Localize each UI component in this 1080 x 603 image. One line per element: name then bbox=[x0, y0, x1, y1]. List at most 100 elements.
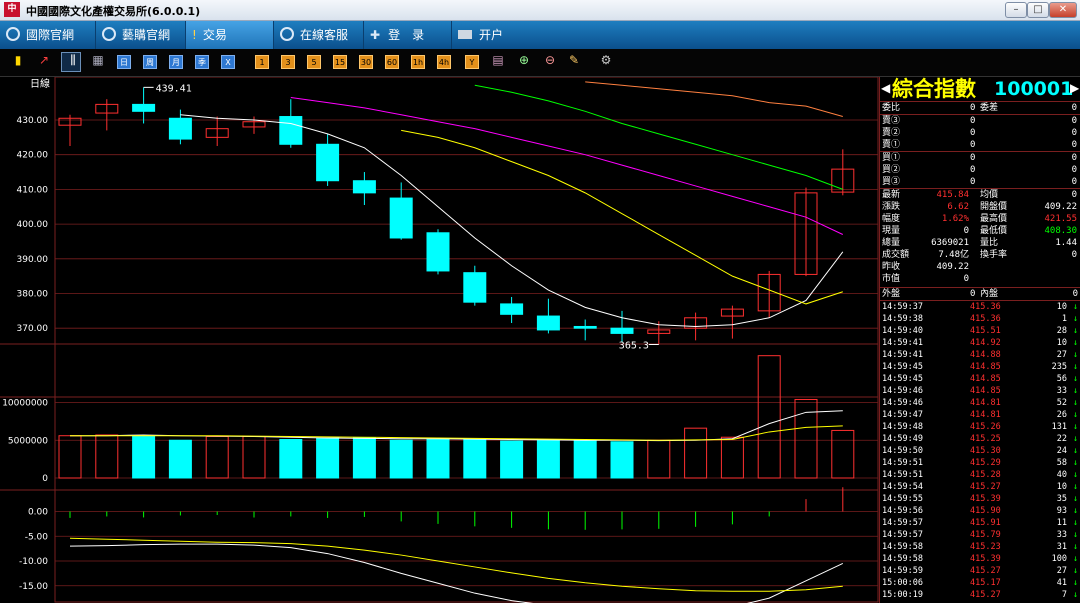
menu-item-trade[interactable]: ! 交易 bbox=[186, 21, 274, 49]
interval-5-button[interactable]: 5 bbox=[307, 55, 321, 69]
tick-cell: 56 bbox=[1056, 374, 1067, 384]
down-arrow-icon: ↓ bbox=[1072, 374, 1078, 384]
down-arrow-icon: ↓ bbox=[1072, 482, 1078, 492]
calendar-icon[interactable]: ▦ bbox=[90, 53, 106, 67]
tick-cell: 414.81 bbox=[970, 410, 1001, 420]
down-arrow-icon: ↓ bbox=[1072, 350, 1078, 360]
tick-cell: 14:59:57 bbox=[882, 518, 923, 528]
tick-row: 14:59:51 415.28 40 ↓ bbox=[880, 469, 1080, 481]
menu-label: 开户 bbox=[479, 28, 504, 42]
tick-cell: 11 bbox=[1056, 518, 1067, 528]
tick-cell: 33 bbox=[1056, 386, 1067, 396]
ma30-line bbox=[474, 84, 843, 190]
interval-4h-button[interactable]: 4h bbox=[437, 55, 451, 69]
menu-item-open-account[interactable]: 开户 bbox=[452, 21, 542, 49]
period-day-button[interactable]: 日 bbox=[117, 55, 131, 69]
tick-cell: 14:59:41 bbox=[882, 338, 923, 348]
menu-item-online-service[interactable]: 在線客服 bbox=[274, 21, 364, 49]
weicha-value: 0 bbox=[1071, 103, 1077, 113]
menu-item-art-site[interactable]: 藝購官網 bbox=[96, 21, 186, 49]
volume-bar bbox=[205, 435, 229, 479]
gear-icon[interactable]: ⚙ bbox=[598, 53, 614, 67]
tick-row: 14:59:38 415.36 1 ↓ bbox=[880, 313, 1080, 325]
minimize-button[interactable]: – bbox=[1005, 2, 1027, 18]
down-candle bbox=[279, 116, 303, 145]
quote-cell: 415.84 bbox=[936, 190, 969, 200]
menu-label: 國際官網 bbox=[26, 28, 75, 42]
tick-cell: 415.27 bbox=[970, 566, 1001, 576]
tick-cell: 415.30 bbox=[970, 446, 1001, 456]
tick-cell: 414.85 bbox=[970, 362, 1001, 372]
tick-cell: 35 bbox=[1056, 494, 1067, 504]
zoom-out-icon[interactable]: ⊖ bbox=[542, 53, 558, 67]
quote-cell: 最新 bbox=[882, 190, 901, 200]
down-arrow-icon: ↓ bbox=[1072, 566, 1078, 576]
tick-cell: 14:59:45 bbox=[882, 362, 923, 372]
volume-bar bbox=[500, 440, 524, 479]
volume-bar bbox=[316, 437, 340, 479]
tick-cell: 415.39 bbox=[970, 494, 1001, 504]
menu-item-login[interactable]: ✚ 登 录 bbox=[364, 21, 452, 49]
line-chart-icon[interactable]: ↗ bbox=[36, 53, 52, 67]
interval-60-button[interactable]: 60 bbox=[385, 55, 399, 69]
prev-arrow-icon[interactable]: ◀ bbox=[881, 81, 890, 95]
tick-list[interactable]: 14:59:37 415.36 10 ↓ 14:59:38 415.36 1 ↓ 14:59:4… bbox=[880, 301, 1080, 601]
quote-header: ◀ 綜合指數 100001 ▶ bbox=[880, 77, 1080, 102]
tick-row: 14:59:46 414.81 52 ↓ bbox=[880, 397, 1080, 409]
zoom-in-icon[interactable]: ⊕ bbox=[516, 53, 532, 67]
quote-stat-row: 幅度 1.62% 最高價 421.55 bbox=[880, 213, 1080, 225]
tick-cell: 14:59:48 bbox=[882, 422, 923, 432]
link-icon bbox=[102, 27, 116, 41]
tick-cell: 415.23 bbox=[970, 542, 1001, 552]
tick-cell: 131 bbox=[1051, 422, 1067, 432]
period-x-button[interactable]: X bbox=[221, 55, 235, 69]
tick-cell: 14:59:51 bbox=[882, 470, 923, 480]
next-arrow-icon[interactable]: ▶ bbox=[1070, 81, 1079, 95]
interval-1h-button[interactable]: 1h bbox=[411, 55, 425, 69]
macd-tick-label: 0.00 bbox=[28, 508, 48, 518]
tick-cell: 415.36 bbox=[970, 302, 1001, 312]
interval-30-button[interactable]: 30 bbox=[359, 55, 373, 69]
pencil-icon[interactable]: ✎ bbox=[566, 53, 582, 67]
kline-chart[interactable]: 日線 430.00 420.00 410.00 400.00 390.00 380.00 3… bbox=[0, 77, 879, 603]
quote-cell: 0 bbox=[1071, 177, 1077, 187]
period-week-button[interactable]: 周 bbox=[143, 55, 157, 69]
interval-3-button[interactable]: 3 bbox=[281, 55, 295, 69]
weibi-value: 0 bbox=[970, 103, 976, 113]
interval-15-button[interactable]: 15 bbox=[333, 55, 347, 69]
tick-row: 14:59:58 415.39 100 ↓ bbox=[880, 553, 1080, 565]
index-code: 100001 bbox=[994, 78, 1074, 100]
quote-cell: 開盤價 bbox=[980, 202, 1008, 212]
period-month-button[interactable]: 月 bbox=[169, 55, 183, 69]
tick-cell: 33 bbox=[1056, 530, 1067, 540]
weibi-label: 委比 bbox=[882, 103, 901, 113]
quote-cell: 最高價 bbox=[980, 214, 1008, 224]
maximize-button[interactable]: □ bbox=[1027, 2, 1049, 18]
volume-tick-label: 5000000 bbox=[8, 436, 48, 446]
tick-cell: 415.27 bbox=[970, 590, 1001, 600]
volume-bar bbox=[684, 427, 708, 479]
trade-icon: ! bbox=[192, 28, 197, 42]
tick-cell: 415.28 bbox=[970, 470, 1001, 480]
quote-cell: 買① bbox=[882, 153, 901, 163]
tick-cell: 10 bbox=[1056, 302, 1067, 312]
down-candle bbox=[132, 103, 156, 112]
bar-chart-icon[interactable]: ▮ bbox=[10, 53, 26, 67]
menu-label: 藝購官網 bbox=[122, 28, 171, 42]
quote-panel: ◀ 綜合指數 100001 ▶ 委比 0 委差 0 賣③ 0 0 賣② 0 0 賣① 0 0 買… bbox=[879, 77, 1080, 603]
volume-ma10-line bbox=[70, 425, 843, 441]
down-arrow-icon: ↓ bbox=[1072, 578, 1078, 588]
menu-item-official-site[interactable]: 國際官網 bbox=[0, 21, 96, 49]
outer-value: 0 bbox=[970, 289, 976, 299]
period-quarter-button[interactable]: 季 bbox=[195, 55, 209, 69]
quote-cell: 0 bbox=[1071, 165, 1077, 175]
quote-cell: 0 bbox=[963, 226, 969, 236]
close-button[interactable]: ✕ bbox=[1049, 2, 1077, 18]
tick-cell: 52 bbox=[1056, 398, 1067, 408]
quote-cell: 0 bbox=[1071, 250, 1077, 260]
interval-1-button[interactable]: 1 bbox=[255, 55, 269, 69]
down-candle bbox=[536, 315, 560, 331]
interval-year-button[interactable]: Y bbox=[465, 55, 479, 69]
draw-tool-icon[interactable]: ▤ bbox=[490, 53, 506, 67]
tick-row: 14:59:45 414.85 56 ↓ bbox=[880, 373, 1080, 385]
